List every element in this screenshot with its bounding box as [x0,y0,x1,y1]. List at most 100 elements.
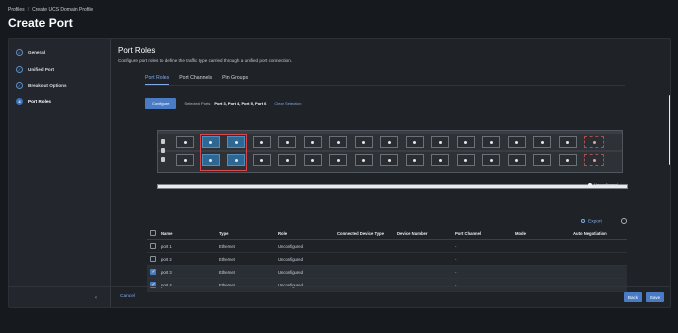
port-status-icon [336,140,340,144]
row-type: Ethernet [219,270,235,275]
switch-port[interactable] [533,136,551,148]
switch-port[interactable] [252,154,271,166]
mgmt-port-icon [161,139,165,144]
switch-port[interactable] [303,154,322,166]
switch-port[interactable] [329,136,347,148]
col-auto-negotiation[interactable]: Auto Negotiation [573,231,607,236]
col-name[interactable]: Name [161,231,172,236]
port-status-icon [540,158,544,162]
export-button[interactable]: Export [581,219,602,224]
switch-port[interactable] [405,154,424,166]
select-all-checkbox[interactable] [150,230,156,236]
step-unified-port[interactable]: ✓ Unified Port [16,66,54,73]
port-status-icon [183,140,187,144]
col-port-channel[interactable]: Port Channel [455,231,481,236]
row-role: Unconfigured [278,270,303,275]
row-role: Unconfigured [278,257,303,262]
port-status-icon [515,158,518,162]
mgmt-port-icon [161,148,165,153]
switch-port[interactable] [584,154,604,166]
row-checkbox[interactable] [150,269,156,275]
col-device-number[interactable]: Device Number [397,231,428,236]
step-port-roles[interactable]: 4 Port Roles [16,98,51,105]
cancel-button[interactable]: Cancel [120,294,135,299]
switch-port[interactable] [354,136,373,148]
table-row[interactable]: port 3 Ethernet Unconfigured - [147,266,627,279]
step-number: 4 [16,98,23,105]
col-role[interactable]: Role [278,231,287,236]
tab-port-channels[interactable]: Port Channels [179,75,212,85]
legend: Unconfigured [588,182,618,187]
step-label: Port Roles [28,99,51,104]
port-status-icon [183,158,187,162]
port-status-icon [336,158,340,162]
tab-pin-groups[interactable]: Pin Groups [222,75,248,85]
switch-port[interactable] [405,136,424,148]
switch-port[interactable] [456,154,475,166]
step-general[interactable]: ✓ General [16,49,45,56]
port-status-icon [489,158,493,162]
switch-port[interactable] [558,136,577,148]
selected-ports-value: Port 3, Port 4, Port 5, Port 6 [214,101,267,106]
switch-port[interactable] [507,136,526,148]
export-icon [581,219,585,223]
breadcrumb-profiles[interactable]: Profiles [8,7,25,13]
switch-port[interactable] [431,136,449,148]
col-mode[interactable]: Mode [515,231,526,236]
switch-port[interactable] [533,154,551,166]
save-button[interactable]: Save [646,292,664,302]
wizard-panel: ✓ General ✓ Unified Port ✓ Breakout Opti… [8,38,671,308]
switch-port[interactable] [303,136,322,148]
switch-port[interactable] [456,136,475,148]
switch-port[interactable] [278,136,296,148]
step-label: General [28,50,46,55]
switch-port[interactable] [380,136,398,148]
port-status-icon [413,158,416,162]
port-view-scrollbar[interactable] [157,184,628,189]
switch-port[interactable] [176,154,194,166]
row-checkbox[interactable] [150,256,156,262]
switch-port[interactable] [354,154,373,166]
switch-port[interactable] [584,136,604,148]
col-connected-device-type[interactable]: Connected Device Type [337,231,384,236]
back-button[interactable]: Back [624,292,642,302]
switch-port[interactable] [482,136,500,148]
wizard-steps: ✓ General ✓ Unified Port ✓ Breakout Opti… [9,39,111,307]
switch-port[interactable] [380,154,398,166]
clear-selection-link[interactable]: Clear Selection [274,101,301,106]
switch-port[interactable] [482,154,500,166]
port-status-icon [464,158,467,162]
settings-icon[interactable] [621,218,627,224]
vertical-scrollbar[interactable] [669,95,670,165]
row-port-channel: - [455,244,457,249]
switch-port[interactable] [176,136,194,148]
selected-ports-label: Selected Ports [184,101,211,106]
switch-port[interactable] [507,154,526,166]
breadcrumb-domain-profile[interactable]: Create UCS Domain Profile [32,7,93,13]
table-row[interactable]: port 1 Ethernet Unconfigured - [147,240,627,253]
port-status-icon [387,140,391,144]
switch-port[interactable] [431,154,449,166]
tab-divider [145,85,625,86]
port-status-icon [260,140,263,144]
section-description: Configure port roles to define the traff… [118,58,293,63]
configure-button[interactable]: Configure [145,98,177,109]
tab-port-roles[interactable]: Port Roles [145,75,170,85]
legend-dot-icon [588,182,592,187]
switch-port[interactable] [278,154,296,166]
table-row[interactable]: port 2 Ethernet Unconfigured - [147,253,627,266]
footer-bar: Cancel Back Save [9,286,670,307]
port-status-icon [592,140,596,144]
table-header: Name Type Role Connected Device Type Dev… [147,227,627,240]
col-type[interactable]: Type [219,231,228,236]
port-status-icon [438,158,442,162]
step-breakout-options[interactable]: ✓ Breakout Options [16,82,67,89]
section-title: Port Roles [118,46,156,55]
row-checkbox[interactable] [150,243,156,249]
row-role: Unconfigured [278,244,303,249]
switch-port[interactable] [252,136,271,148]
row-type: Ethernet [219,257,235,262]
port-status-icon [592,158,596,162]
switch-port[interactable] [558,154,577,166]
switch-port[interactable] [329,154,347,166]
